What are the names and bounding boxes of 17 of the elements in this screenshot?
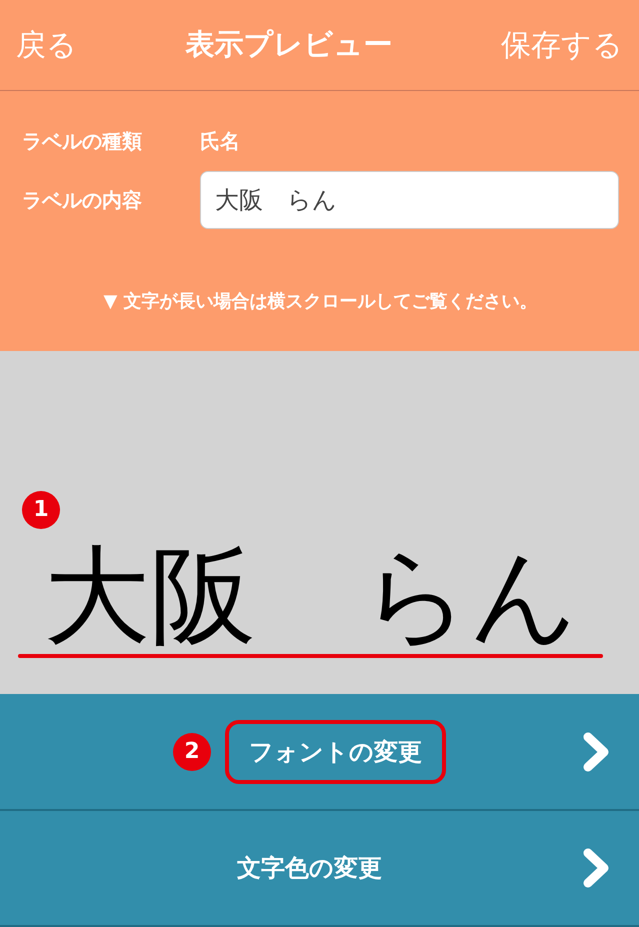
preview-text: 大阪 らん bbox=[43, 538, 579, 654]
back-button[interactable]: 戻る bbox=[16, 24, 77, 66]
field-label: ラベルの種類 bbox=[22, 128, 143, 155]
number-marker: 1 bbox=[22, 490, 60, 529]
menu-label: 文字色の変更 bbox=[236, 852, 383, 884]
number-marker: 2 bbox=[173, 732, 211, 771]
menu-label: フォントの変更 bbox=[225, 720, 446, 784]
input-field[interactable]: 大阪 らん bbox=[200, 171, 619, 230]
field-value: 氏名 bbox=[200, 128, 240, 155]
menu-row[interactable]: 文字色の変更 bbox=[0, 810, 639, 927]
save-button[interactable]: 保存する bbox=[501, 24, 623, 66]
chevron-right-icon bbox=[581, 732, 611, 772]
screen-title: 表示プレビュー bbox=[186, 26, 392, 64]
menu-row[interactable]: 2 フォントの変更 bbox=[0, 694, 639, 811]
hint-text: ▼ 文字が長い場合は横スクロールしてご覧ください。 bbox=[102, 290, 539, 314]
field-label: ラベルの内容 bbox=[22, 186, 143, 214]
chevron-right-icon bbox=[581, 848, 611, 888]
